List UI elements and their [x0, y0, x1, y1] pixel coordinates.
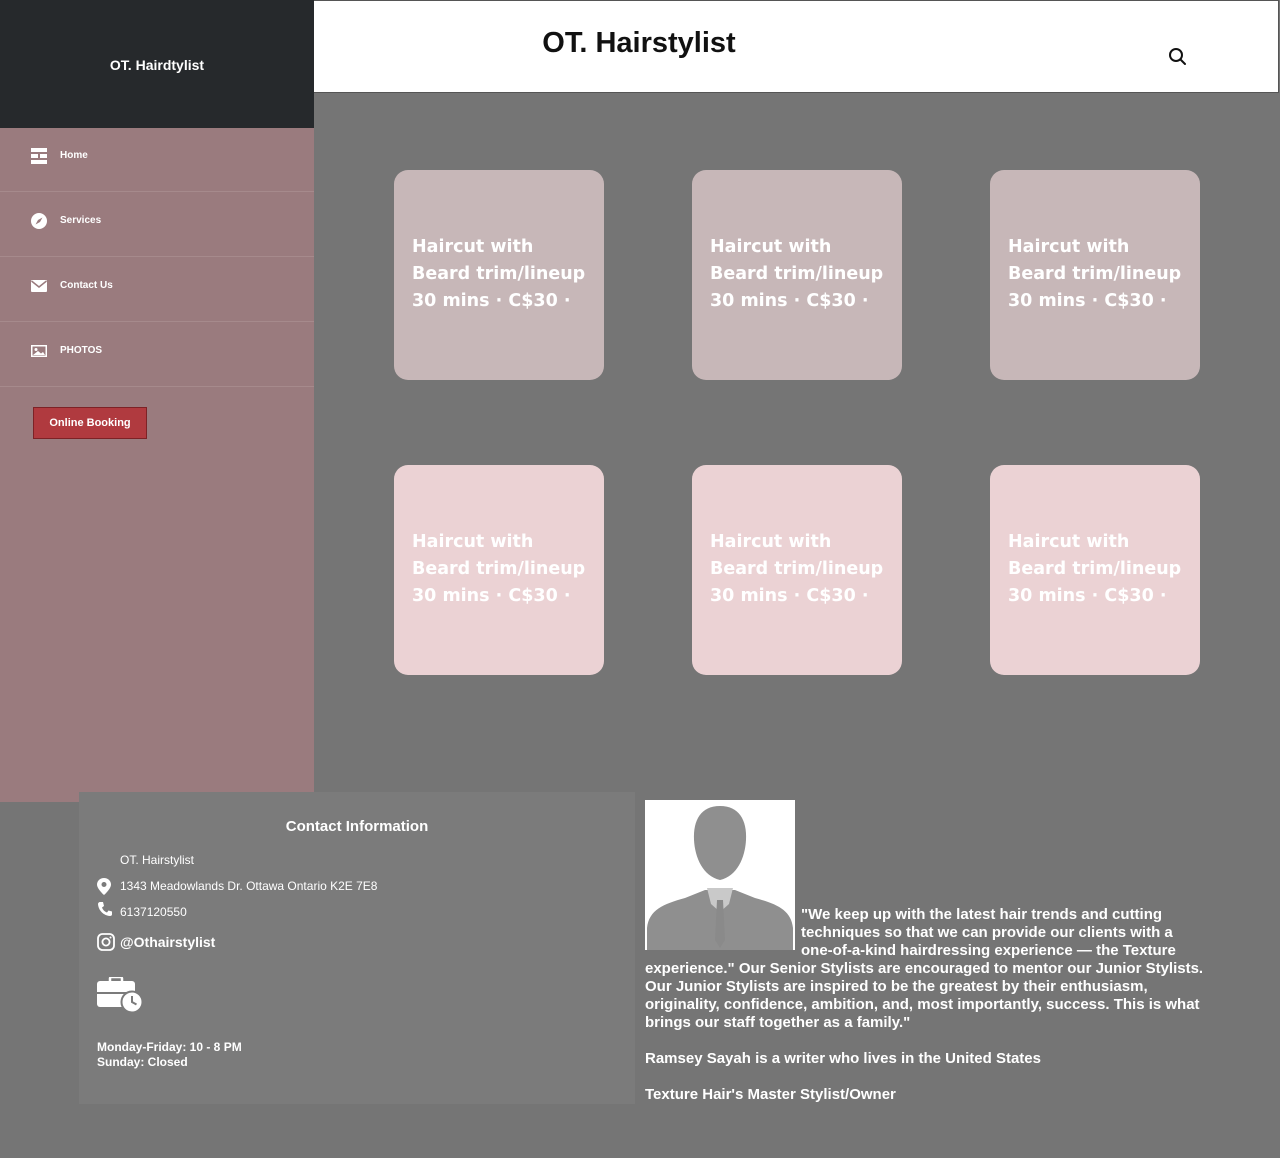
service-card[interactable]: Haircut with Beard trim/lineup 30 mins ·…	[394, 465, 604, 675]
sidebar-item-contact[interactable]: Contact Us	[0, 258, 314, 322]
compass-icon	[30, 212, 48, 230]
service-card-title: Haircut with	[710, 532, 832, 552]
location-pin-icon	[97, 878, 111, 898]
address-text: 1343 Meadowlands Dr. Ottawa Ontario K2E …	[120, 879, 378, 893]
sidebar-item-photos[interactable]: PHOTOS	[0, 323, 314, 387]
sidebar-item-label: PHOTOS	[60, 345, 103, 356]
online-booking-button[interactable]: Online Booking	[33, 407, 147, 439]
sidebar-item-services[interactable]: Services	[0, 193, 314, 257]
sidebar-item-label: Home	[60, 150, 88, 161]
contact-information-panel: Contact Information OT. Hairstylist 1343…	[79, 792, 635, 1104]
search-icon[interactable]	[1168, 47, 1188, 67]
hours-weekday: Monday-Friday: 10 - 8 PM	[97, 1040, 242, 1054]
service-card-subtitle: Beard trim/lineup	[412, 264, 586, 284]
page-title: OT. Hairstylist	[542, 27, 736, 59]
service-card-price: 30 mins · C$30 ·	[1008, 291, 1167, 311]
service-card-subtitle: Beard trim/lineup	[710, 264, 884, 284]
contact-title: Contact Information	[285, 818, 429, 835]
sidebar-brand-area: OT. Hairdtylist	[0, 0, 314, 128]
service-card-title: Haircut with	[710, 237, 832, 257]
service-card[interactable]: Haircut with Beard trim/lineup 30 mins ·…	[394, 170, 604, 380]
service-card-price: 30 mins · C$30 ·	[710, 291, 869, 311]
sidebar-item-home[interactable]: Home	[0, 128, 314, 192]
instagram-icon	[97, 933, 115, 954]
service-card-price: 30 mins · C$30 ·	[412, 586, 571, 606]
brand-name: OT. Hairdtylist	[109, 57, 205, 73]
dashboard-icon	[30, 147, 48, 165]
business-name: OT. Hairstylist	[120, 853, 195, 867]
mail-icon	[30, 277, 48, 295]
service-card-subtitle: Beard trim/lineup	[1008, 264, 1182, 284]
service-card-subtitle: Beard trim/lineup	[412, 559, 586, 579]
stylist-photo	[645, 800, 795, 950]
service-card-price: 30 mins · C$30 ·	[412, 291, 571, 311]
sidebar: Home Services Contact Us PHOTOS Online B…	[0, 128, 314, 802]
sidebar-item-label: Services	[60, 215, 102, 226]
service-card[interactable]: Haircut with Beard trim/lineup 30 mins ·…	[692, 170, 902, 380]
service-card[interactable]: Haircut with Beard trim/lineup 30 mins ·…	[990, 170, 1200, 380]
about-section: "We keep up with the latest hair trends …	[645, 800, 1205, 1104]
phone-number[interactable]: 6137120550	[120, 905, 187, 919]
service-card-title: Haircut with	[1008, 532, 1130, 552]
service-card-subtitle: Beard trim/lineup	[1008, 559, 1182, 579]
service-card-subtitle: Beard trim/lineup	[710, 559, 884, 579]
service-card-price: 30 mins · C$30 ·	[1008, 586, 1167, 606]
service-card-title: Haircut with	[1008, 237, 1130, 257]
business-hours-icon	[97, 975, 144, 1018]
hours-sunday: Sunday: Closed	[97, 1055, 188, 1069]
phone-icon	[97, 901, 113, 920]
service-card[interactable]: Haircut with Beard trim/lineup 30 mins ·…	[990, 465, 1200, 675]
service-card[interactable]: Haircut with Beard trim/lineup 30 mins ·…	[692, 465, 902, 675]
image-icon	[30, 342, 48, 360]
service-card-title: Haircut with	[412, 532, 534, 552]
author-role: Texture Hair's Master Stylist/Owner	[645, 1086, 896, 1103]
instagram-handle[interactable]: @Othairstylist	[120, 934, 215, 950]
sidebar-item-label: Contact Us	[60, 280, 113, 291]
service-card-title: Haircut with	[412, 237, 534, 257]
author-line: Ramsey Sayah is a writer who lives in th…	[645, 1050, 1041, 1067]
service-card-price: 30 mins · C$30 ·	[710, 586, 869, 606]
top-header: OT. Hairstylist	[314, 0, 1279, 93]
